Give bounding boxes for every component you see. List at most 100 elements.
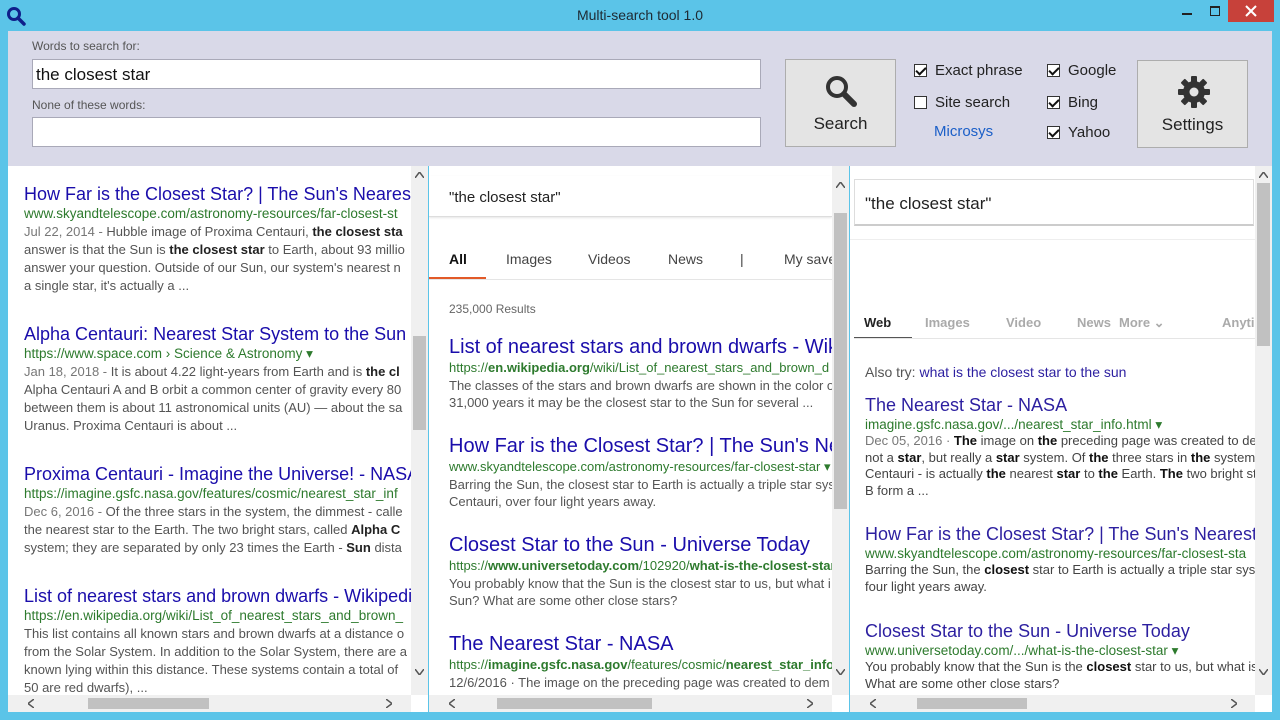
scroll-left-icon[interactable] xyxy=(864,695,881,712)
scroll-up-icon[interactable] xyxy=(411,166,428,183)
divider xyxy=(850,239,1255,240)
result-snippet: The classes of the stars and brown dwarf… xyxy=(449,378,835,393)
settings-button[interactable]: Settings xyxy=(1137,60,1248,148)
tab-anytime[interactable]: Anyti xyxy=(1222,315,1255,330)
scroll-right-icon[interactable] xyxy=(801,695,818,712)
result-title[interactable]: Closest Star to the Sun - Universe Today xyxy=(865,620,1258,642)
none-words-label: None of these words: xyxy=(32,98,146,112)
exact-phrase-label: Exact phrase xyxy=(935,62,1023,79)
tab-divider xyxy=(429,279,832,280)
scroll-thumb[interactable] xyxy=(834,213,847,509)
result-snippet: You probably know that the Sun is the cl… xyxy=(865,659,1258,674)
tab-news[interactable]: News xyxy=(668,251,703,267)
tab-more[interactable]: More ⌄ xyxy=(1119,315,1165,331)
result-url: imagine.gsfc.nasa.gov/.../nearest_star_i… xyxy=(865,417,1163,432)
search-words-input[interactable]: the closest star xyxy=(32,59,761,89)
vertical-scrollbar[interactable] xyxy=(832,166,849,695)
scroll-thumb[interactable] xyxy=(1257,183,1270,346)
title-bar: Multi-search tool 1.0 xyxy=(0,0,1280,31)
yahoo-results-pane[interactable]: "the closest star" Web Images Video News… xyxy=(850,166,1272,712)
bing-results-pane[interactable]: "the closest star" All Images Videos New… xyxy=(429,166,849,712)
scroll-down-icon[interactable] xyxy=(832,663,849,680)
scroll-right-icon[interactable] xyxy=(380,695,397,712)
result-title[interactable]: Proxima Centauri - Imagine the Universe!… xyxy=(24,463,419,485)
maximize-button[interactable] xyxy=(1202,0,1228,22)
close-icon xyxy=(1245,5,1257,17)
vertical-scrollbar[interactable] xyxy=(1255,166,1272,695)
tab-videos[interactable]: Videos xyxy=(588,251,631,267)
yahoo-label: Yahoo xyxy=(1068,124,1111,141)
close-button[interactable] xyxy=(1228,0,1274,22)
site-search-checkbox[interactable]: Site search xyxy=(914,94,1010,111)
result-url: www.universetoday.com/.../what-is-the-cl… xyxy=(865,643,1179,658)
result-title[interactable]: How Far is the Closest Star? | The Sun's… xyxy=(865,523,1257,545)
result-title[interactable]: Closest Star to the Sun - Universe Today xyxy=(449,533,836,557)
result-snippet: four light years away. xyxy=(865,578,987,594)
result-snippet: Uranus. Proxima Centauri is about ... xyxy=(24,418,238,433)
tab-images[interactable]: Images xyxy=(925,315,970,330)
google-results-pane[interactable]: How Far is the Closest Star? | The Sun's… xyxy=(8,166,428,712)
result-snippet: What are some other close stars? xyxy=(865,675,1060,691)
result-title[interactable]: The Nearest Star - NASA xyxy=(865,394,1257,416)
google-checkbox[interactable]: Google xyxy=(1047,62,1116,79)
tab-images[interactable]: Images xyxy=(506,251,552,267)
scroll-thumb[interactable] xyxy=(88,698,209,709)
scroll-down-icon[interactable] xyxy=(1255,663,1272,680)
result-item: The Nearest Star - NASA imagine.gsfc.nas… xyxy=(865,394,1257,499)
also-try-link[interactable]: what is the closest star to the sun xyxy=(919,364,1126,380)
scroll-thumb[interactable] xyxy=(917,698,1027,709)
site-link[interactable]: Microsys xyxy=(934,123,993,140)
result-snippet: system; they are separated by only 23 ti… xyxy=(24,540,402,555)
result-url: https://www.space.com › Science & Astron… xyxy=(24,346,313,361)
bing-checkbox[interactable]: Bing xyxy=(1047,94,1098,111)
scroll-up-icon[interactable] xyxy=(1255,166,1272,183)
search-toolbar: Words to search for: the closest star No… xyxy=(8,31,1272,166)
checkbox-checked-icon xyxy=(1047,64,1060,77)
minimize-icon xyxy=(1182,13,1192,15)
result-snippet: Sun? What are some other close stars? xyxy=(449,593,678,608)
yahoo-search-box[interactable]: "the closest star" xyxy=(854,179,1254,226)
result-snippet: answer is that the Sun is the closest st… xyxy=(24,242,405,257)
scroll-left-icon[interactable] xyxy=(443,695,460,712)
result-count: 235,000 Results xyxy=(449,302,536,316)
google-label: Google xyxy=(1068,62,1117,79)
words-label: Words to search for: xyxy=(32,39,140,53)
result-title[interactable]: The Nearest Star - NASA xyxy=(449,632,834,656)
minimize-button[interactable] xyxy=(1172,0,1202,22)
result-title[interactable]: List of nearest stars and brown dwarfs -… xyxy=(449,335,838,359)
scroll-right-icon[interactable] xyxy=(1225,695,1242,712)
result-item: List of nearest stars and brown dwarfs -… xyxy=(449,335,838,411)
result-url: https://en.wikipedia.org/wiki/List_of_ne… xyxy=(24,608,403,623)
scroll-up-icon[interactable] xyxy=(832,176,849,193)
vertical-scrollbar[interactable] xyxy=(411,166,428,695)
tab-video[interactable]: Video xyxy=(1006,315,1041,330)
exact-phrase-checkbox[interactable]: Exact phrase xyxy=(914,62,1023,79)
tab-web[interactable]: Web xyxy=(864,315,891,330)
tab-all[interactable]: All xyxy=(449,251,467,267)
result-title[interactable]: List of nearest stars and brown dwarfs -… xyxy=(24,585,412,607)
excluded-words-input[interactable] xyxy=(32,117,761,147)
horizontal-scrollbar[interactable] xyxy=(8,695,411,712)
scroll-down-icon[interactable] xyxy=(411,663,428,680)
result-item: Closest Star to the Sun - Universe Today… xyxy=(865,620,1258,692)
result-title[interactable]: How Far is the Closest Star? | The Sun's… xyxy=(449,434,849,458)
result-snippet: B form a ... xyxy=(865,482,929,498)
horizontal-scrollbar[interactable] xyxy=(429,695,832,712)
result-title[interactable]: How Far is the Closest Star? | The Sun's… xyxy=(24,183,416,205)
horizontal-scrollbar[interactable] xyxy=(850,695,1255,712)
scroll-thumb[interactable] xyxy=(497,698,652,709)
tab-news[interactable]: News xyxy=(1077,315,1111,330)
tab-my-saves[interactable]: My save xyxy=(784,251,836,267)
result-snippet: Barring the Sun, the closest star to Ear… xyxy=(865,562,1256,577)
scroll-thumb[interactable] xyxy=(413,336,426,430)
result-snippet: This list contains all known stars and b… xyxy=(24,626,405,641)
also-try: Also try: what is the closest star to th… xyxy=(865,364,1126,380)
search-button-label: Search xyxy=(813,114,868,133)
scroll-left-icon[interactable] xyxy=(22,695,39,712)
bing-search-box[interactable]: "the closest star" xyxy=(429,176,832,217)
tab-divider xyxy=(854,338,1255,339)
search-button[interactable]: Search xyxy=(785,59,896,147)
tab-separator: | xyxy=(740,251,744,267)
yahoo-checkbox[interactable]: Yahoo xyxy=(1047,124,1110,141)
result-title[interactable]: Alpha Centauri: Nearest Star System to t… xyxy=(24,323,406,345)
